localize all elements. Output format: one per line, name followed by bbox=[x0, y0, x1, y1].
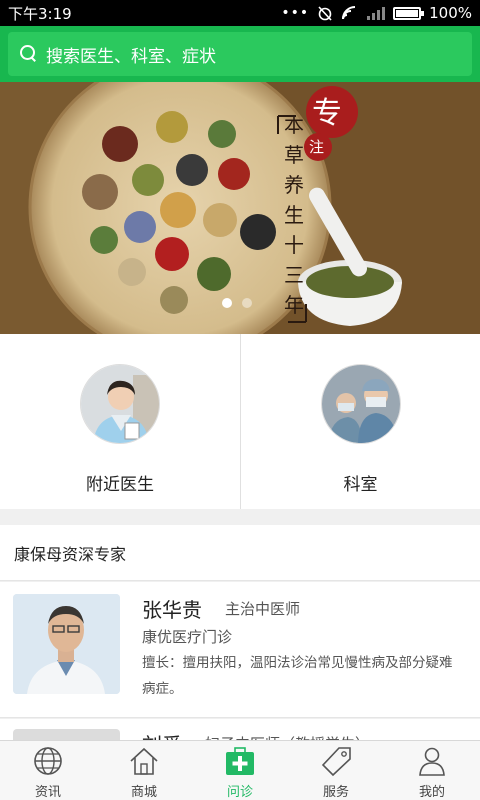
banner-char: 养 bbox=[284, 173, 304, 197]
tab-consult[interactable]: 问诊 bbox=[192, 741, 288, 800]
more-notifications-icon: ••• bbox=[281, 5, 310, 21]
department-avatar bbox=[320, 364, 401, 444]
tab-label: 服务 bbox=[322, 785, 349, 800]
doctor-description: 擅长：擅用扶阳，温阳法诊治常见慢性病及部分疑难病症。 bbox=[142, 655, 453, 697]
search-input[interactable]: 搜索医生、科室、症状 bbox=[8, 32, 472, 76]
seal-text-big: 专 bbox=[312, 96, 342, 131]
status-time: 下午3:19 bbox=[8, 4, 72, 23]
promo-banner[interactable]: 专 注 本 草 养 生 十 三 年 bbox=[0, 82, 480, 334]
person-icon bbox=[419, 747, 445, 776]
banner-char: 年 bbox=[284, 293, 304, 317]
search-placeholder: 搜索医生、科室、症状 bbox=[46, 46, 216, 67]
nearby-doctor-label: 附近医生 bbox=[86, 475, 154, 495]
tab-label: 问诊 bbox=[226, 785, 253, 800]
wifi-icon bbox=[342, 6, 356, 20]
pager-dot[interactable] bbox=[222, 298, 232, 308]
tab-label: 资讯 bbox=[34, 785, 61, 800]
doctor-photo bbox=[13, 594, 120, 694]
status-icons: ••• 100% bbox=[281, 4, 472, 22]
medical-kit-icon bbox=[226, 747, 254, 775]
department-label: 科室 bbox=[343, 475, 378, 495]
doctor-hospital: 康优医疗门诊 bbox=[142, 628, 233, 646]
nearby-doctor-entry[interactable]: 附近医生 bbox=[0, 334, 240, 509]
battery-percent: 100% bbox=[429, 4, 472, 22]
bottom-tab-bar: 资讯 商城 问诊 服务 我的 bbox=[0, 740, 480, 800]
department-entry[interactable]: 科室 bbox=[240, 334, 480, 509]
tab-label: 商城 bbox=[130, 785, 157, 800]
pager-dot[interactable] bbox=[242, 298, 252, 308]
alarm-off-icon bbox=[318, 6, 332, 21]
banner-vertical-text: 本 草 养 生 十 三 年 bbox=[280, 110, 308, 320]
banner-pager[interactable] bbox=[222, 298, 252, 308]
seal-text-small: 注 bbox=[309, 138, 325, 156]
doctor-title: 主治中医师 bbox=[225, 600, 301, 618]
doctor-card[interactable]: 张华贵 主治中医师 康优医疗门诊 擅长：擅用扶阳，温阳法诊治常见慢性病及部分疑难… bbox=[0, 582, 480, 718]
doctor-name: 张华贵 bbox=[142, 598, 202, 622]
status-bar: 下午3:19 ••• 100% bbox=[0, 0, 480, 26]
search-icon bbox=[20, 45, 38, 63]
banner-char: 草 bbox=[284, 143, 304, 167]
home-icon bbox=[130, 747, 158, 775]
banner-char: 十 bbox=[284, 233, 304, 257]
tab-mall[interactable]: 商城 bbox=[96, 741, 192, 800]
tab-news[interactable]: 资讯 bbox=[0, 741, 96, 800]
section-title: 康保母资深专家 bbox=[0, 525, 480, 581]
tab-service[interactable]: 服务 bbox=[288, 741, 384, 800]
banner-char: 三 bbox=[284, 263, 304, 287]
signal-icon bbox=[367, 6, 386, 20]
nearby-doctor-avatar bbox=[80, 364, 160, 444]
tag-icon bbox=[321, 747, 351, 777]
battery-icon bbox=[393, 6, 425, 20]
globe-icon bbox=[34, 747, 62, 775]
tab-label: 我的 bbox=[418, 785, 445, 800]
banner-image bbox=[0, 82, 480, 334]
banner-char: 生 bbox=[284, 203, 304, 227]
banner-char: 本 bbox=[284, 113, 304, 137]
tab-mine[interactable]: 我的 bbox=[384, 741, 480, 800]
search-header: 搜索医生、科室、症状 bbox=[0, 26, 480, 82]
quick-entries: 附近医生 科室 bbox=[0, 334, 480, 509]
